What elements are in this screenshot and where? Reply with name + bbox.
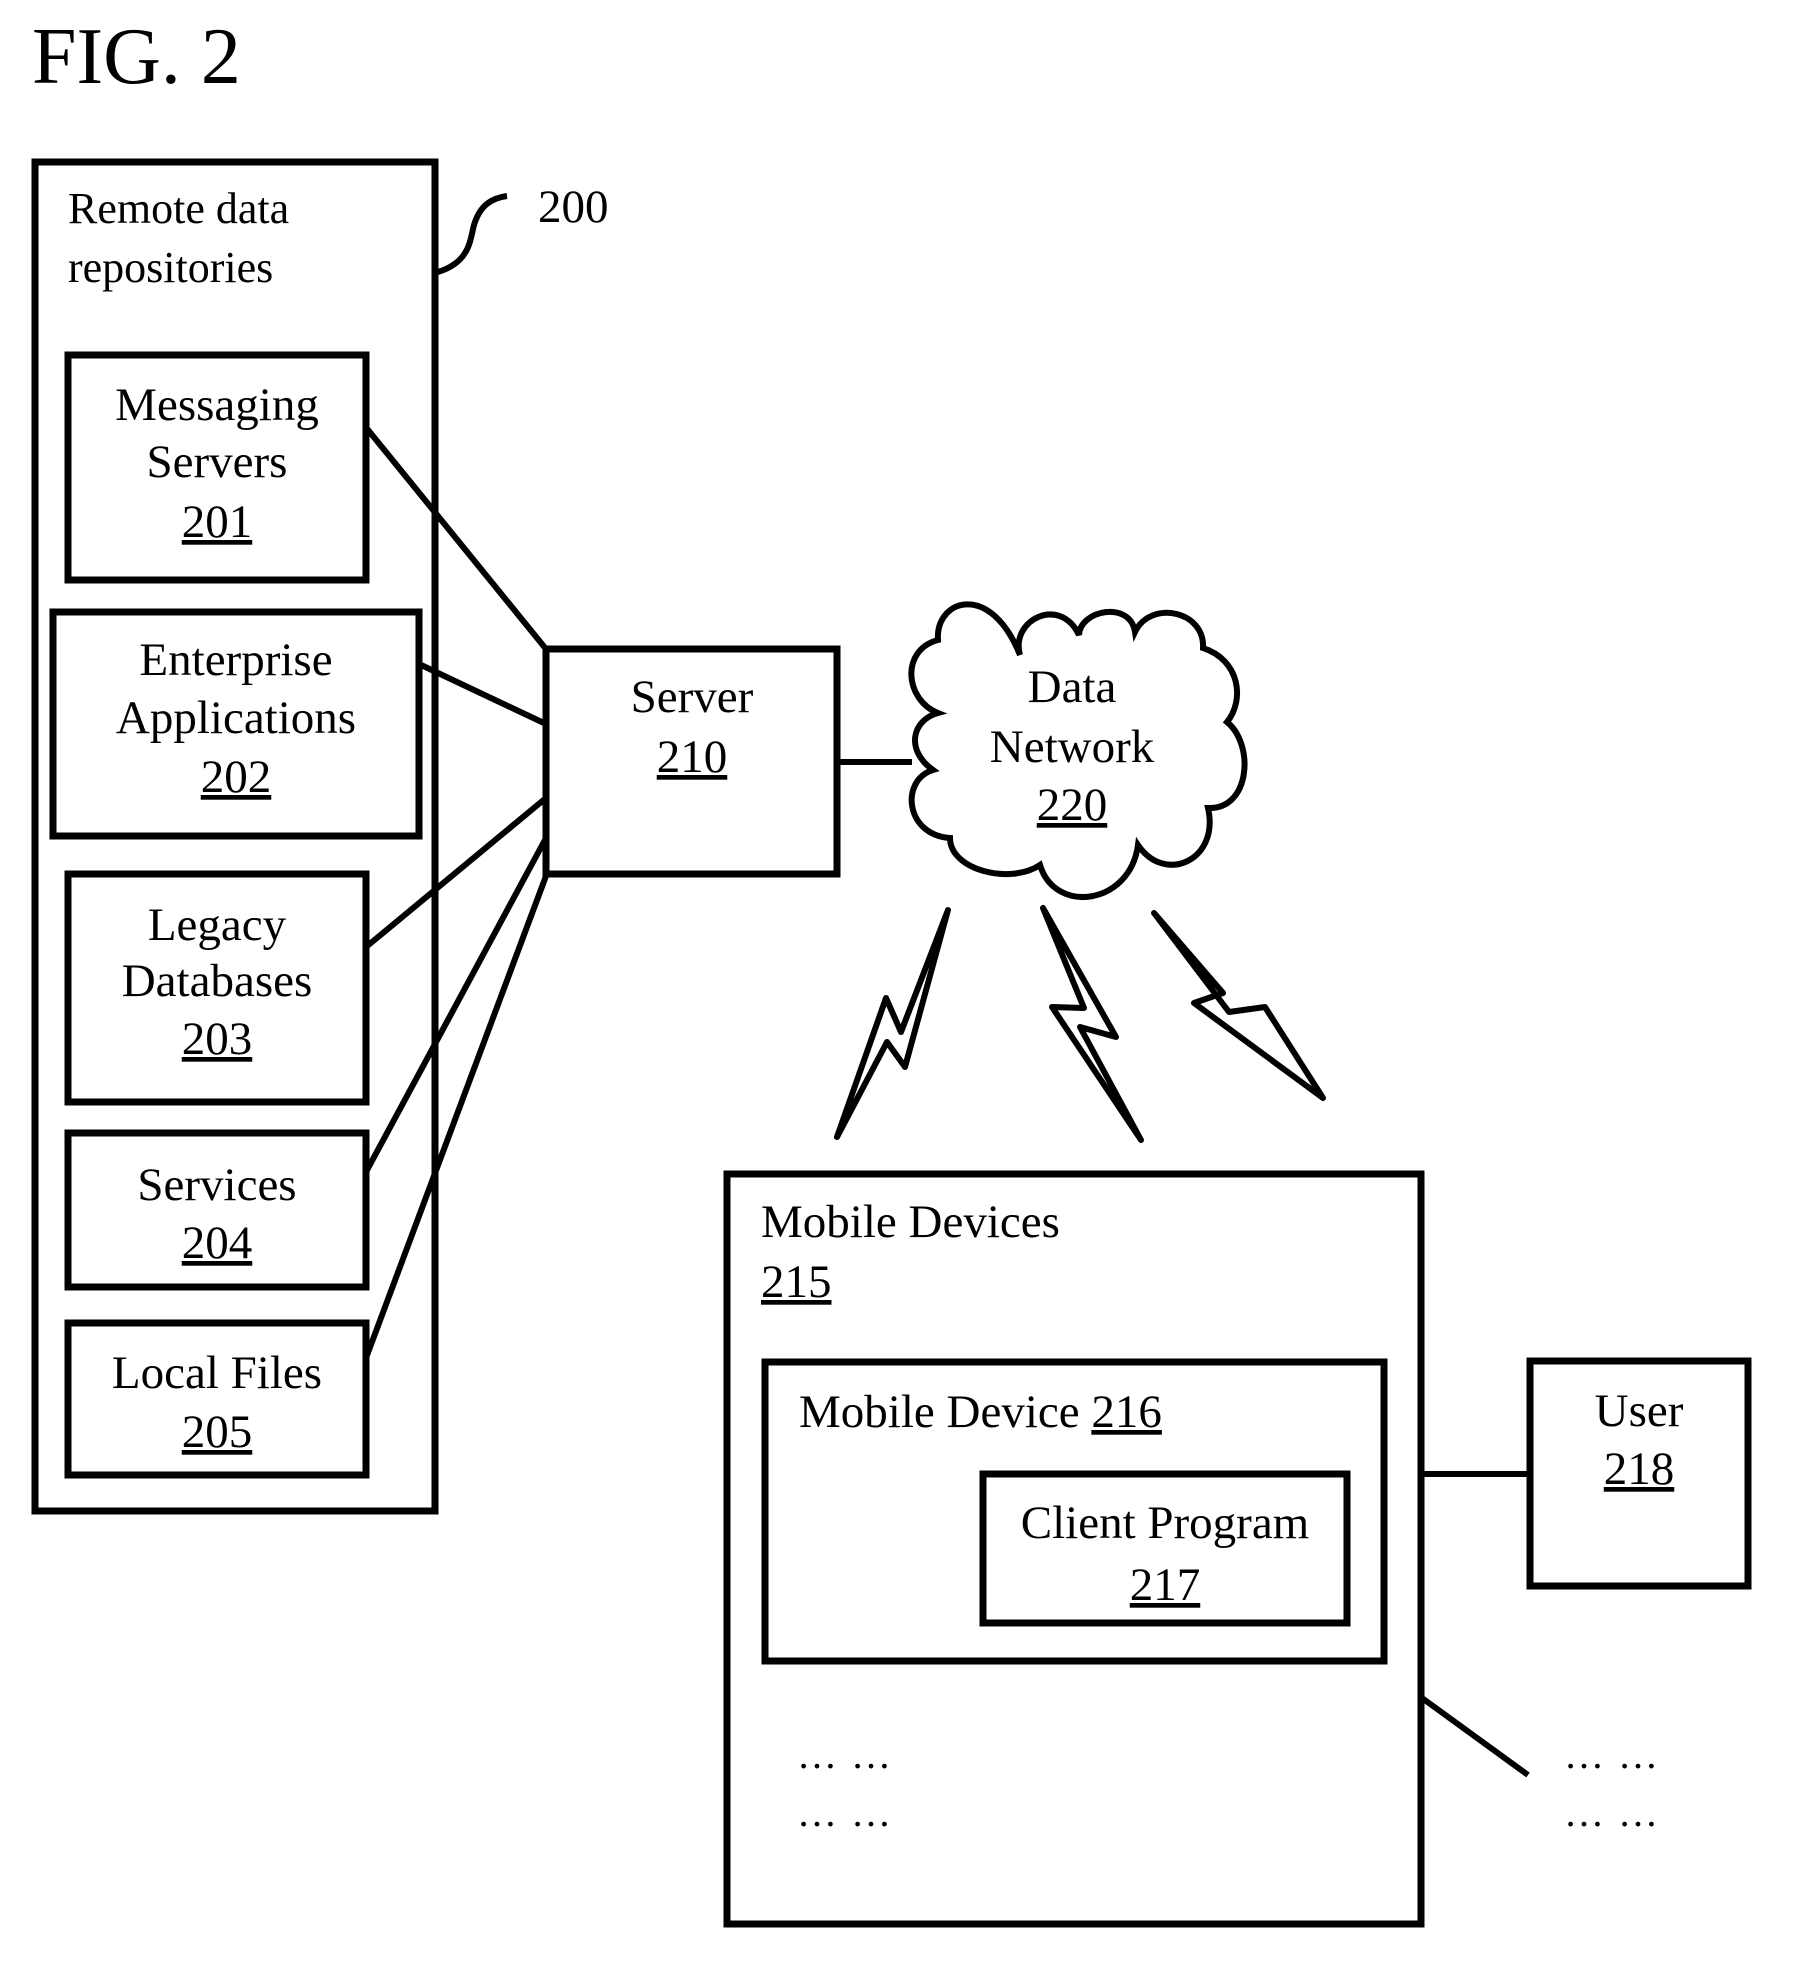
node-label: Applications: [116, 692, 356, 744]
user-ref: 218: [1604, 1443, 1675, 1495]
network-ref: 220: [1037, 779, 1108, 831]
node-mobile-device[interactable]: Mobile Device 216 Client Program 217: [761, 1358, 1388, 1665]
node-label: Services: [137, 1159, 296, 1211]
node-ref: 204: [182, 1217, 253, 1269]
wireless-link-icon: [1151, 910, 1326, 1101]
network-label-line1: Data: [1028, 661, 1117, 713]
wireless-link-icon: [834, 907, 951, 1140]
node-label: Messaging: [115, 379, 319, 431]
node-data-network[interactable]: Data Network 220: [908, 601, 1248, 901]
node-messaging-servers[interactable]: Messaging Servers 201: [64, 351, 370, 584]
node-local-files[interactable]: Local Files 205: [64, 1319, 370, 1479]
system-ref-label: 200: [538, 181, 609, 233]
more-users-ellipsis: … …: [1564, 1790, 1660, 1835]
system-ref-leader: [436, 193, 508, 275]
node-ref: 205: [182, 1406, 253, 1458]
node-services[interactable]: Services 204: [64, 1129, 370, 1291]
node-label: Local Files: [112, 1347, 322, 1399]
user-label: User: [1595, 1385, 1684, 1437]
client-program-ref: 217: [1130, 1559, 1201, 1611]
node-ref: 203: [182, 1013, 253, 1065]
figure-title: FIG. 2: [32, 13, 241, 101]
system-diagram: FIG. 2 200 Remote data repositories Mess…: [31, 13, 1752, 1928]
mobile-devices-ref: 215: [761, 1256, 832, 1308]
node-ref: 201: [182, 496, 253, 548]
node-client-program[interactable]: Client Program 217: [979, 1470, 1351, 1627]
mobile-devices-label: Mobile Devices: [761, 1196, 1060, 1248]
edge-mobile-more-users: [1420, 1695, 1530, 1778]
node-server[interactable]: Server 210: [542, 645, 841, 878]
node-legacy-databases[interactable]: Legacy Databases 203: [64, 870, 370, 1106]
more-users-ellipsis: … …: [1564, 1732, 1660, 1777]
mobile-device-label: Mobile Device 216: [799, 1386, 1162, 1438]
node-label: Databases: [122, 955, 313, 1007]
node-mobile-devices[interactable]: Mobile Devices 215 Mobile Device 216 Cli…: [723, 1170, 1425, 1928]
node-ref: 202: [201, 751, 272, 803]
wireless-link-icon: [1040, 905, 1144, 1143]
server-label: Server: [631, 671, 754, 723]
node-label: Enterprise: [139, 634, 332, 686]
node-label: Servers: [147, 436, 288, 488]
server-ref: 210: [657, 731, 728, 783]
repositories-title-line2: repositories: [68, 243, 273, 292]
node-enterprise-applications[interactable]: Enterprise Applications 202: [49, 608, 423, 840]
more-devices-ellipsis: … …: [797, 1790, 893, 1835]
node-label: Legacy: [148, 899, 287, 951]
more-devices-ellipsis: … …: [797, 1732, 893, 1777]
client-program-label: Client Program: [1021, 1497, 1310, 1549]
network-label-line2: Network: [990, 721, 1155, 773]
repositories-title-line1: Remote data: [68, 184, 289, 233]
node-user[interactable]: User 218: [1526, 1357, 1752, 1590]
